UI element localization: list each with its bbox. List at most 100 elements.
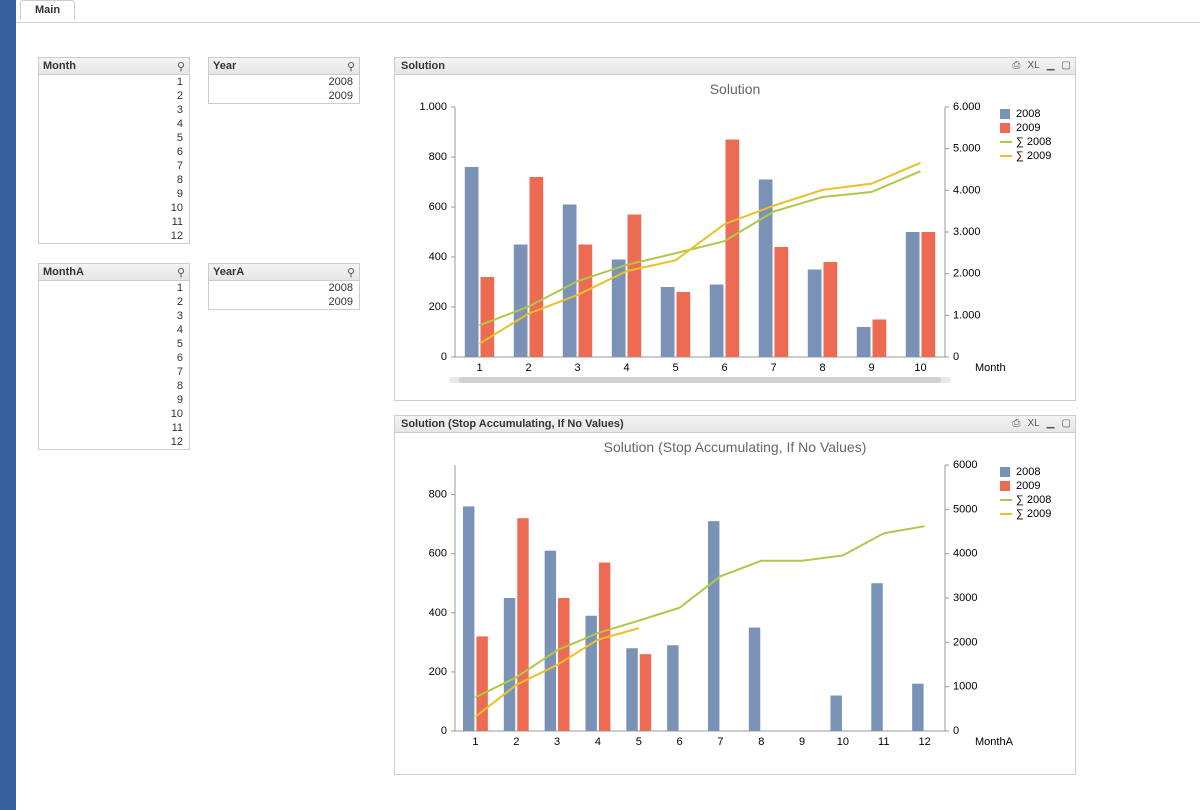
- list-item[interactable]: 1: [39, 281, 189, 295]
- svg-text:2.000: 2.000: [953, 268, 981, 280]
- export-xl-button[interactable]: XL: [1027, 60, 1039, 72]
- svg-text:4000: 4000: [953, 548, 977, 560]
- list-item[interactable]: 5: [39, 131, 189, 145]
- search-icon[interactable]: ⚲: [177, 60, 185, 73]
- search-icon[interactable]: ⚲: [177, 266, 185, 279]
- listbox-items-month: 1 2 3 4 5 6 7 8 9 10 11 12: [39, 75, 189, 243]
- list-item[interactable]: 4: [39, 323, 189, 337]
- svg-text:Month: Month: [975, 362, 1006, 374]
- list-item[interactable]: 7: [39, 365, 189, 379]
- list-item[interactable]: 9: [39, 187, 189, 201]
- list-item[interactable]: 9: [39, 393, 189, 407]
- chart-solution: Solution ⎙ XL ▁ ▢ Solution 0200400600800…: [394, 57, 1076, 401]
- listbox-montha[interactable]: MonthA ⚲ 1 2 3 4 5 6 7 8 9 10 11 12: [38, 263, 190, 450]
- svg-text:7: 7: [717, 736, 723, 748]
- list-item[interactable]: 11: [39, 215, 189, 229]
- svg-text:0: 0: [441, 725, 447, 737]
- detach-icon[interactable]: ⎙: [1012, 60, 1020, 72]
- listbox-header-yeara: YearA ⚲: [209, 264, 359, 281]
- list-item[interactable]: 2009: [209, 295, 359, 309]
- minimize-icon[interactable]: ▁: [1047, 60, 1055, 72]
- list-item[interactable]: 5: [39, 337, 189, 351]
- listbox-header-year: Year ⚲: [209, 58, 359, 75]
- chart-svg: 0200400600800010002000300040005000600012…: [395, 455, 1075, 771]
- svg-text:3: 3: [554, 736, 560, 748]
- svg-text:3: 3: [574, 362, 580, 374]
- minimize-icon[interactable]: ▁: [1047, 418, 1055, 430]
- svg-text:∑ 2009: ∑ 2009: [1016, 150, 1051, 162]
- svg-text:2: 2: [513, 736, 519, 748]
- list-item[interactable]: 8: [39, 379, 189, 393]
- list-item[interactable]: 8: [39, 173, 189, 187]
- svg-text:4: 4: [595, 736, 601, 748]
- svg-text:9: 9: [868, 362, 874, 374]
- list-item[interactable]: 2008: [209, 281, 359, 295]
- svg-text:0: 0: [953, 725, 959, 737]
- listbox-month[interactable]: Month ⚲ 1 2 3 4 5 6 7 8 9 10 11 12: [38, 57, 190, 244]
- chart-toolbar: ⎙ XL ▁ ▢: [1008, 417, 1071, 430]
- svg-text:800: 800: [429, 489, 447, 501]
- svg-text:1: 1: [472, 736, 478, 748]
- svg-text:3.000: 3.000: [953, 226, 981, 238]
- svg-text:8: 8: [758, 736, 764, 748]
- svg-text:5: 5: [636, 736, 642, 748]
- listbox-yeara[interactable]: YearA ⚲ 2008 2009: [208, 263, 360, 310]
- chart-title: Solution: [395, 81, 1075, 97]
- svg-text:2008: 2008: [1016, 466, 1040, 478]
- chart-toolbar: ⎙ XL ▁ ▢: [1008, 59, 1071, 72]
- svg-text:∑ 2008: ∑ 2008: [1016, 136, 1051, 148]
- listbox-items-yeara: 2008 2009: [209, 281, 359, 309]
- list-item[interactable]: 3: [39, 309, 189, 323]
- svg-text:8: 8: [819, 362, 825, 374]
- svg-text:1.000: 1.000: [419, 101, 447, 113]
- svg-text:1.000: 1.000: [953, 309, 981, 321]
- list-item[interactable]: 7: [39, 159, 189, 173]
- list-item[interactable]: 6: [39, 145, 189, 159]
- export-xl-button[interactable]: XL: [1027, 418, 1039, 430]
- svg-text:10: 10: [914, 362, 926, 374]
- list-item[interactable]: 4: [39, 117, 189, 131]
- chart-solution-stop: Solution (Stop Accumulating, If No Value…: [394, 415, 1076, 775]
- list-item[interactable]: 2008: [209, 75, 359, 89]
- list-item[interactable]: 10: [39, 407, 189, 421]
- list-item[interactable]: 2: [39, 89, 189, 103]
- svg-text:0: 0: [441, 351, 447, 363]
- chart-header: Solution (Stop Accumulating, If No Value…: [395, 416, 1075, 433]
- svg-text:∑ 2009: ∑ 2009: [1016, 508, 1051, 520]
- svg-text:5: 5: [672, 362, 678, 374]
- search-icon[interactable]: ⚲: [347, 266, 355, 279]
- list-item[interactable]: 10: [39, 201, 189, 215]
- list-item[interactable]: 3: [39, 103, 189, 117]
- list-item[interactable]: 12: [39, 229, 189, 243]
- listbox-year[interactable]: Year ⚲ 2008 2009: [208, 57, 360, 104]
- svg-text:400: 400: [429, 251, 447, 263]
- svg-text:12: 12: [918, 736, 930, 748]
- svg-text:2009: 2009: [1016, 122, 1040, 134]
- svg-text:0: 0: [953, 351, 959, 363]
- svg-text:11: 11: [878, 736, 889, 748]
- list-item[interactable]: 2009: [209, 89, 359, 103]
- svg-text:10: 10: [837, 736, 849, 748]
- chart-caption: Solution (Stop Accumulating, If No Value…: [401, 418, 624, 430]
- list-item[interactable]: 11: [39, 421, 189, 435]
- list-item[interactable]: 2: [39, 295, 189, 309]
- tab-main[interactable]: Main: [20, 0, 75, 19]
- svg-text:6000: 6000: [953, 459, 977, 471]
- listbox-title-month: Month: [43, 60, 76, 72]
- svg-text:6: 6: [721, 362, 727, 374]
- svg-text:2009: 2009: [1016, 480, 1040, 492]
- listbox-title-yeara: YearA: [213, 266, 244, 278]
- list-item[interactable]: 1: [39, 75, 189, 89]
- search-icon[interactable]: ⚲: [347, 60, 355, 73]
- chart-svg: 02004006008001.00001.0002.0003.0004.0005…: [395, 97, 1075, 397]
- svg-text:6: 6: [677, 736, 683, 748]
- svg-text:2: 2: [525, 362, 531, 374]
- maximize-icon[interactable]: ▢: [1062, 418, 1071, 430]
- list-item[interactable]: 6: [39, 351, 189, 365]
- svg-text:∑ 2008: ∑ 2008: [1016, 494, 1051, 506]
- maximize-icon[interactable]: ▢: [1062, 60, 1071, 72]
- svg-text:5000: 5000: [953, 503, 977, 515]
- list-item[interactable]: 12: [39, 435, 189, 449]
- svg-text:5.000: 5.000: [953, 143, 981, 155]
- detach-icon[interactable]: ⎙: [1012, 418, 1020, 430]
